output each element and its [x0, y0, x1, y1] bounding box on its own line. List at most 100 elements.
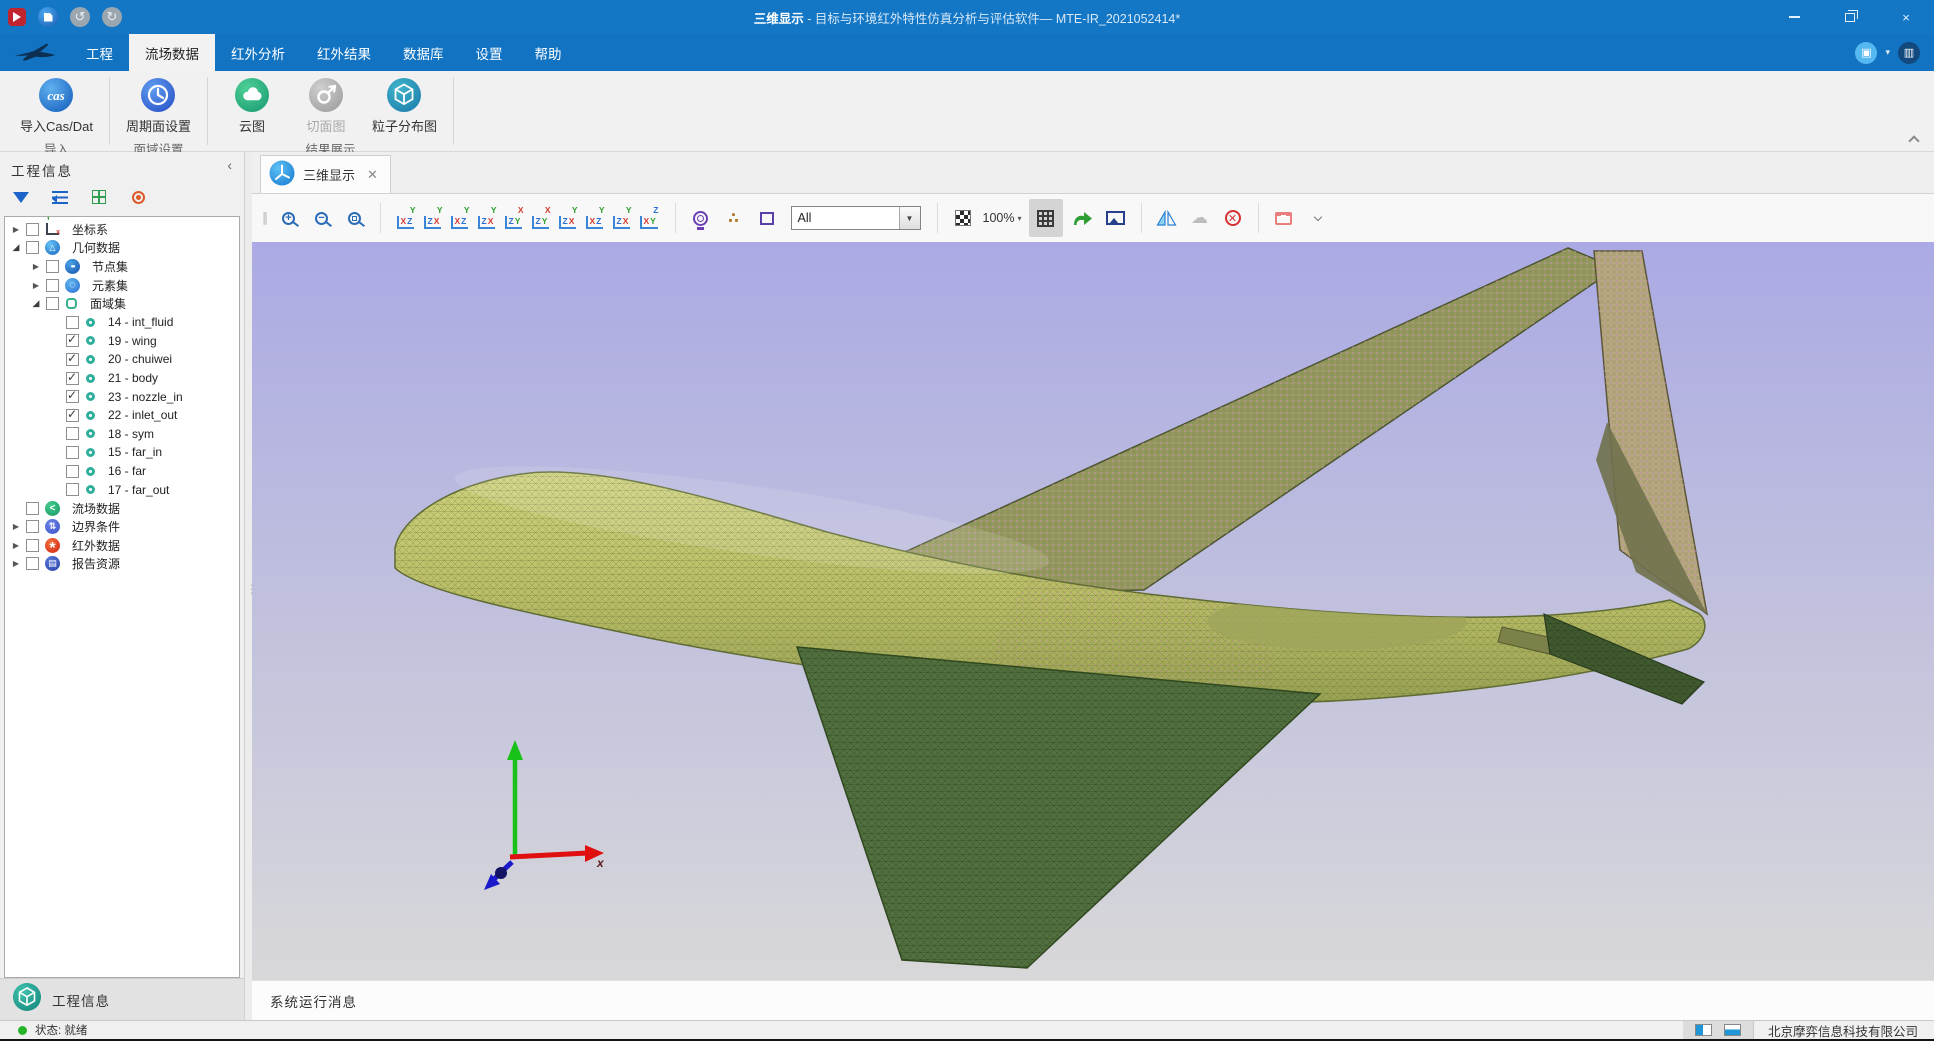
- visibility-checkbox[interactable]: [66, 483, 79, 496]
- visibility-checkbox[interactable]: [66, 334, 79, 347]
- menu-item-帮助[interactable]: 帮助: [519, 34, 578, 71]
- tree-item[interactable]: 20 - chuiwei: [5, 350, 239, 369]
- tree-item[interactable]: ▶坐标系: [5, 220, 239, 239]
- tree-item[interactable]: 15 - far_in: [5, 443, 239, 462]
- view-iso-1-button[interactable]: YZX: [555, 203, 582, 233]
- menu-item-红外结果[interactable]: 红外结果: [301, 34, 387, 71]
- zoom-level-dropdown[interactable]: 100%▾: [983, 203, 1022, 233]
- expand-arrow-icon[interactable]: ▶: [9, 541, 23, 550]
- view-iso-2-button[interactable]: YXZ: [582, 203, 609, 233]
- tree-item[interactable]: 19 - wing: [5, 332, 239, 351]
- tree-item[interactable]: ◢几何数据: [5, 239, 239, 258]
- tree-item[interactable]: 22 - inlet_out: [5, 406, 239, 425]
- app-icon[interactable]: [8, 8, 26, 26]
- tab-3d-view[interactable]: 三维显示 ✕: [260, 155, 391, 193]
- expand-arrow-icon[interactable]: ▶: [9, 559, 23, 568]
- cloud-display-button[interactable]: ☁: [1187, 203, 1213, 233]
- collapse-arrow-icon[interactable]: ◢: [29, 298, 43, 309]
- tree-item[interactable]: 17 - far_out: [5, 480, 239, 499]
- tree-item[interactable]: ▶元素集: [5, 276, 239, 295]
- layout-left-icon[interactable]: [1695, 1024, 1712, 1036]
- visibility-checkbox[interactable]: [66, 465, 79, 478]
- cancel-button[interactable]: ✕: [1220, 203, 1246, 233]
- contour-plot-button[interactable]: 云图: [220, 75, 284, 137]
- menu-item-数据库[interactable]: 数据库: [387, 34, 460, 71]
- display-filter-combobox[interactable]: All ▼: [791, 206, 921, 230]
- tree-item[interactable]: ▶红外数据: [5, 536, 239, 555]
- visibility-checkbox[interactable]: [26, 502, 39, 515]
- export-button[interactable]: [1070, 203, 1096, 233]
- view-back-button[interactable]: YZX: [420, 203, 447, 233]
- particle-trace-button[interactable]: ∴: [721, 203, 747, 233]
- visibility-checkbox[interactable]: [66, 316, 79, 329]
- close-button[interactable]: ×: [1878, 0, 1934, 34]
- ribbon-collapse-chevron-icon[interactable]: [1909, 134, 1918, 143]
- tab-close-icon[interactable]: ✕: [367, 167, 378, 183]
- menu-item-工程[interactable]: 工程: [70, 34, 129, 71]
- tree-item[interactable]: ▶节点集: [5, 257, 239, 276]
- view-top-button[interactable]: XZY: [501, 203, 528, 233]
- tree-item[interactable]: 16 - far: [5, 462, 239, 481]
- chevron-down-icon[interactable]: ▾: [1885, 47, 1890, 58]
- toolbar-drag-handle[interactable]: ∥: [262, 210, 267, 226]
- menu-item-红外分析[interactable]: 红外分析: [215, 34, 301, 71]
- maximize-button[interactable]: [1822, 0, 1878, 34]
- undo-icon[interactable]: ↺: [70, 7, 90, 27]
- collapse-arrow-icon[interactable]: ◢: [9, 242, 23, 253]
- tree-item[interactable]: ▶报告资源: [5, 555, 239, 574]
- visibility-checkbox[interactable]: [66, 427, 79, 440]
- visibility-checkbox[interactable]: [46, 297, 59, 310]
- view-bottom-button[interactable]: XZY: [528, 203, 555, 233]
- view-right-button[interactable]: YZX: [474, 203, 501, 233]
- visibility-checkbox[interactable]: [46, 279, 59, 292]
- panel-splitter[interactable]: [245, 152, 252, 1020]
- visibility-checkbox[interactable]: [46, 260, 59, 273]
- tree-item[interactable]: 14 - int_fluid: [5, 313, 239, 332]
- visibility-checkbox[interactable]: [66, 390, 79, 403]
- theme-icon[interactable]: ▥: [1898, 42, 1920, 64]
- expand-arrow-icon[interactable]: ▶: [9, 522, 23, 531]
- checkerboard-button[interactable]: [950, 203, 976, 233]
- expand-arrow-icon[interactable]: ▶: [9, 225, 23, 234]
- visibility-checkbox[interactable]: [66, 409, 79, 422]
- visibility-checkbox[interactable]: [26, 520, 39, 533]
- tree-item[interactable]: 18 - sym: [5, 425, 239, 444]
- panel-collapse-icon[interactable]: ‹: [227, 157, 232, 173]
- view-front-button[interactable]: YXZ: [393, 203, 420, 233]
- tree-item[interactable]: 21 - body: [5, 369, 239, 388]
- expand-arrow-icon[interactable]: ▶: [29, 262, 43, 271]
- filter-icon[interactable]: [10, 186, 32, 208]
- locate-icon[interactable]: [127, 186, 149, 208]
- visibility-checkbox[interactable]: [66, 446, 79, 459]
- view-iso-4-button[interactable]: ZXY: [636, 203, 663, 233]
- view-left-button[interactable]: YXZ: [447, 203, 474, 233]
- expand-arrow-icon[interactable]: ▶: [29, 281, 43, 290]
- snapshot-button[interactable]: [1103, 203, 1129, 233]
- visibility-checkbox[interactable]: [26, 557, 39, 570]
- project-info-footer-tab[interactable]: 工程信息: [0, 978, 244, 1020]
- save-view-button[interactable]: [1271, 203, 1297, 233]
- grid-toggle-button[interactable]: [1029, 199, 1063, 237]
- menu-item-设置[interactable]: 设置: [460, 34, 519, 71]
- tree-item[interactable]: 流场数据: [5, 499, 239, 518]
- save-icon[interactable]: [38, 7, 58, 27]
- box-select-button[interactable]: [754, 203, 780, 233]
- grid-view-icon[interactable]: [88, 186, 110, 208]
- zoom-in-button[interactable]: +: [276, 203, 302, 233]
- visibility-checkbox[interactable]: [26, 223, 39, 236]
- zoom-out-button[interactable]: −: [309, 203, 335, 233]
- camera-button[interactable]: [688, 203, 714, 233]
- save-view-dropdown[interactable]: [1304, 203, 1330, 233]
- import-casdat-button[interactable]: cas 导入Cas/Dat: [16, 75, 97, 137]
- 3d-viewport[interactable]: x: [252, 242, 1934, 980]
- visibility-checkbox[interactable]: [26, 539, 39, 552]
- menu-item-流场数据[interactable]: 流场数据: [129, 34, 215, 71]
- redo-icon[interactable]: ↻: [102, 7, 122, 27]
- view-iso-3-button[interactable]: YZX: [609, 203, 636, 233]
- periodic-face-button[interactable]: 周期面设置: [122, 75, 195, 137]
- combobox-dropdown-icon[interactable]: ▼: [899, 207, 920, 229]
- collapse-list-icon[interactable]: [49, 186, 71, 208]
- minimize-button[interactable]: [1766, 0, 1822, 34]
- visibility-checkbox[interactable]: [66, 353, 79, 366]
- tree-item[interactable]: ▶边界条件: [5, 518, 239, 537]
